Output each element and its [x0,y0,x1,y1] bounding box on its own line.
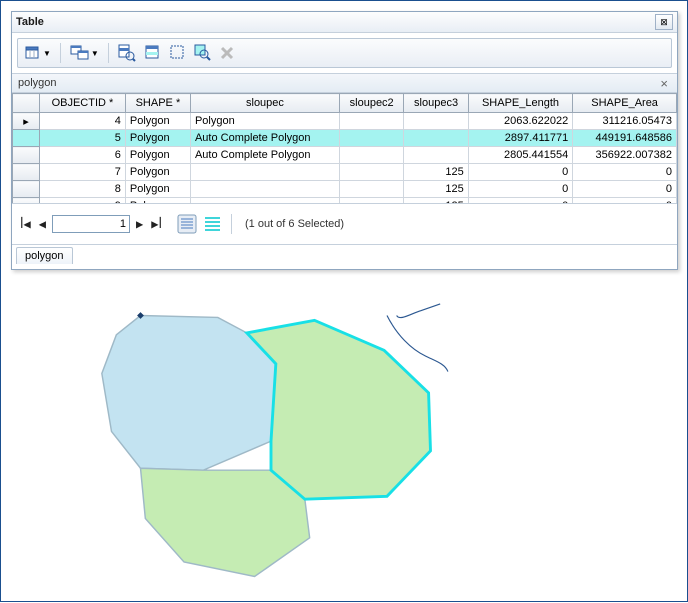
cell-length[interactable]: 2805.441554 [468,147,572,164]
cell-objectid[interactable]: 6 [40,147,126,164]
cell-length[interactable]: 2063.622022 [468,113,572,130]
map-canvas[interactable] [11,301,676,591]
col-shape[interactable]: SHAPE * [125,94,190,113]
cell-sloupec[interactable] [190,164,339,181]
cell-sloupec3[interactable] [404,130,468,147]
row-header-cell[interactable] [13,164,40,181]
col-sloupec2[interactable]: sloupec2 [339,94,403,113]
cell-sloupec[interactable]: Auto Complete Polygon [190,147,339,164]
window-title: Table [16,16,655,28]
row-header-cell[interactable] [13,181,40,198]
cell-sloupec2[interactable] [339,113,403,130]
cell-shape[interactable]: Polygon [125,164,190,181]
cell-shape[interactable]: Polygon [125,181,190,198]
layer-bar: polygon × [12,74,677,93]
record-navigator: ꟾ◀ ◀ ▶ ▶ꟾ (1 out of 6 Selected) [12,204,677,245]
first-record-button[interactable]: ꟾ◀ [18,217,33,231]
close-button[interactable]: ⊠ [655,14,673,30]
show-all-records-icon[interactable] [176,213,198,235]
row-header-cell[interactable] [13,147,40,164]
row-header-cell[interactable] [13,130,40,147]
row-header-cell[interactable]: ▸ [13,113,40,130]
col-shape-length[interactable]: SHAPE_Length [468,94,572,113]
table-row[interactable]: 8Polygon12500 [13,181,677,198]
show-selected-records-icon[interactable] [202,213,224,235]
cell-area[interactable]: 311216.05473 [573,113,677,130]
cell-sloupec[interactable]: Polygon [190,113,339,130]
cell-sloupec[interactable]: Auto Complete Polygon [190,130,339,147]
prev-record-button[interactable]: ◀ [37,217,48,231]
selection-status: (1 out of 6 Selected) [245,218,344,230]
cell-area[interactable]: 0 [573,181,677,198]
related-tables-icon[interactable]: ▼ [68,42,101,64]
cell-sloupec2[interactable] [339,130,403,147]
tab-polygon[interactable]: polygon [16,247,73,264]
tab-bar: polygon [12,245,677,269]
toolbar: ▼ ▼ [17,38,672,68]
cell-sloupec3[interactable] [404,113,468,130]
zoom-selected-icon[interactable] [192,42,214,64]
table-options-icon[interactable]: ▼ [22,42,53,64]
cell-sloupec3[interactable]: 125 [404,181,468,198]
cell-area[interactable]: 449191.648586 [573,130,677,147]
col-sloupec[interactable]: sloupec [190,94,339,113]
cell-shape[interactable]: Polygon [125,147,190,164]
cell-sloupec2[interactable] [339,147,403,164]
cell-length[interactable]: 0 [468,164,572,181]
cell-sloupec3[interactable] [404,147,468,164]
col-objectid[interactable]: OBJECTID * [40,94,126,113]
cell-area[interactable]: 0 [573,164,677,181]
cell-area[interactable]: 356922.007382 [573,147,677,164]
cell-shape[interactable]: Polygon [125,113,190,130]
cell-sloupec2[interactable] [339,164,403,181]
cell-objectid[interactable]: 4 [40,113,126,130]
layer-name: polygon [18,77,657,89]
switch-selection-icon[interactable] [142,42,164,64]
record-number-input[interactable] [52,215,130,233]
cell-objectid[interactable]: 7 [40,164,126,181]
clear-selection-icon[interactable] [168,42,188,64]
cell-sloupec[interactable] [190,181,339,198]
table-row[interactable]: 6PolygonAuto Complete Polygon 2805.441554… [13,147,677,164]
table-row[interactable]: 5PolygonAuto Complete Polygon 2897.411771… [13,130,677,147]
row-selector-header[interactable] [13,94,40,113]
attribute-table: OBJECTID * SHAPE * sloupec sloupec2 slou… [12,93,677,204]
cell-shape[interactable]: Polygon [125,130,190,147]
header-row: OBJECTID * SHAPE * sloupec sloupec2 slou… [13,94,677,113]
cell-sloupec3[interactable]: 125 [404,164,468,181]
last-record-button[interactable]: ▶ꟾ [149,217,164,231]
cell-length[interactable]: 0 [468,181,572,198]
cell-sloupec2[interactable] [339,181,403,198]
col-shape-area[interactable]: SHAPE_Area [573,94,677,113]
cell-length[interactable]: 2897.411771 [468,130,572,147]
table-row[interactable]: ▸4PolygonPolygon2063.622022311216.05473 [13,113,677,130]
table-window: Table ⊠ ▼ ▼ [11,11,678,270]
delete-icon[interactable] [218,42,236,64]
next-record-button[interactable]: ▶ [134,217,145,231]
title-bar[interactable]: Table ⊠ [12,12,677,33]
layer-close-icon[interactable]: × [657,76,671,91]
cell-objectid[interactable]: 5 [40,130,126,147]
col-sloupec3[interactable]: sloupec3 [404,94,468,113]
grid-area[interactable]: OBJECTID * SHAPE * sloupec sloupec2 slou… [12,93,677,204]
select-by-attributes-icon[interactable] [116,42,138,64]
table-row[interactable]: 7Polygon12500 [13,164,677,181]
cell-objectid[interactable]: 8 [40,181,126,198]
